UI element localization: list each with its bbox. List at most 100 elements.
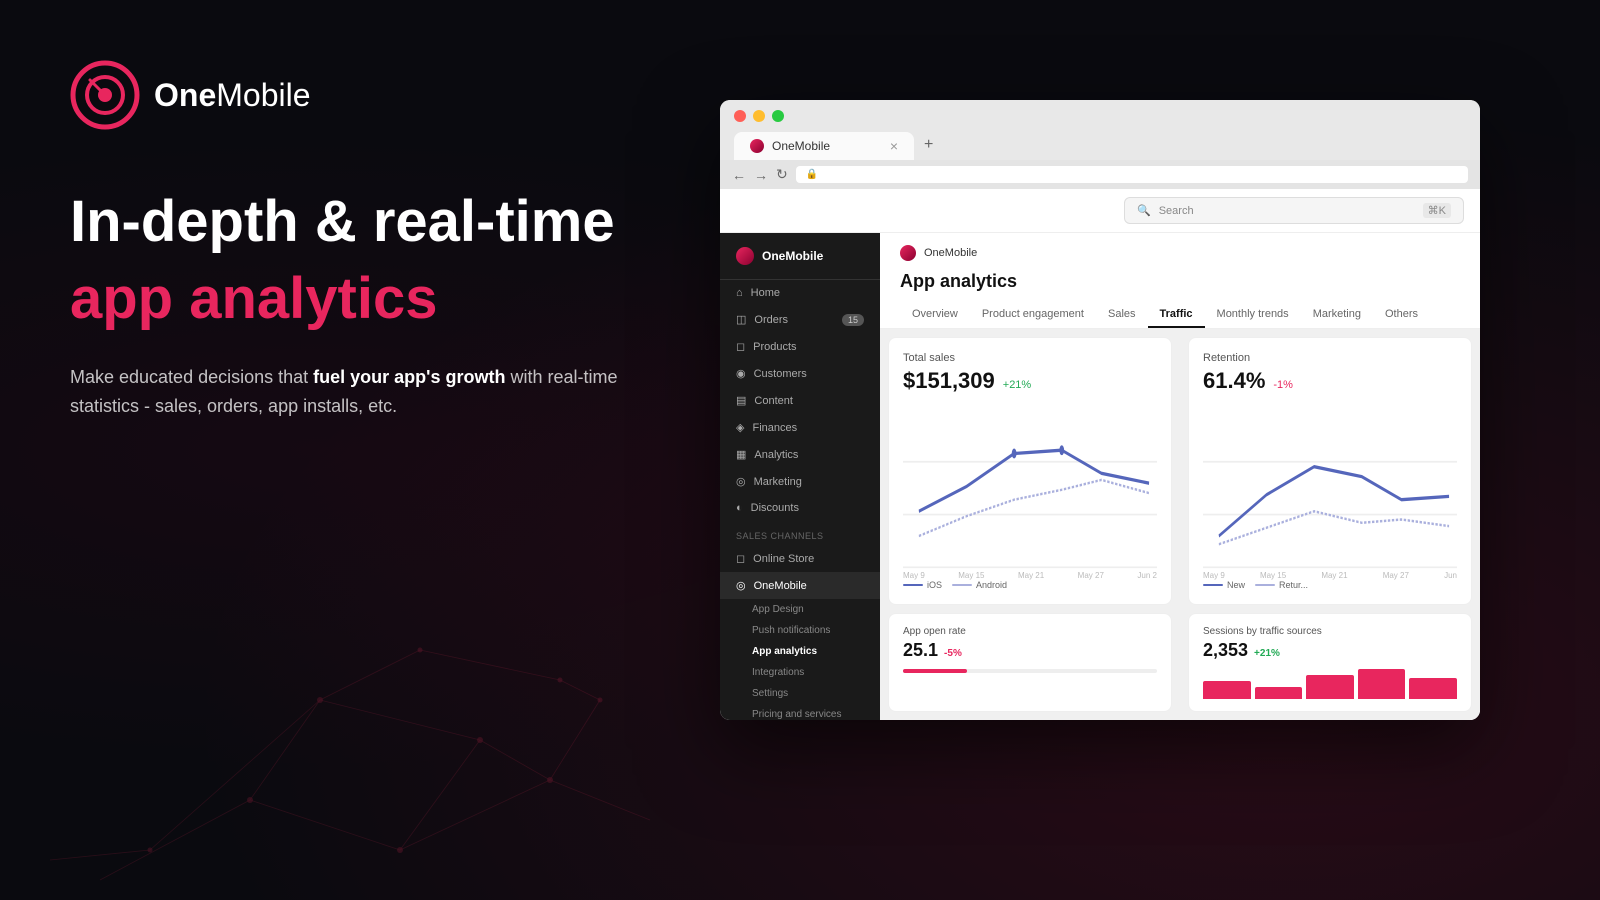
- sidebar-logo: OneMobile: [720, 233, 880, 280]
- bottom-cards: App open rate 25.1 -5% Sessions by traff…: [880, 613, 1480, 720]
- tab-traffic[interactable]: Traffic: [1148, 302, 1205, 328]
- android-legend-label: Android: [976, 580, 1007, 590]
- headline: In-depth & real-time: [70, 190, 650, 254]
- return-legend-line: [1255, 584, 1275, 586]
- sidebar-item-marketing[interactable]: ◎ Marketing: [720, 468, 880, 495]
- ios-legend-label: iOS: [927, 580, 942, 590]
- tab-others[interactable]: Others: [1373, 302, 1430, 328]
- app-title-row: OneMobile: [900, 245, 1460, 261]
- retention-change: -1%: [1273, 379, 1293, 391]
- new-tab-button[interactable]: +: [914, 130, 943, 160]
- tab-overview[interactable]: Overview: [900, 302, 970, 328]
- sidebar-label-online-store: Online Store: [753, 553, 814, 565]
- legend-android: Android: [952, 580, 1007, 590]
- address-bar[interactable]: 🔒: [796, 166, 1468, 183]
- online-store-icon: ◻: [736, 552, 745, 565]
- orders-icon: ◫: [736, 313, 746, 326]
- back-button[interactable]: ←: [732, 167, 746, 183]
- tab-marketing[interactable]: Marketing: [1301, 302, 1373, 328]
- marketing-icon: ◎: [736, 475, 746, 488]
- sidebar-label-discounts: Discounts: [751, 502, 799, 514]
- ret-x-label-4: Jun: [1444, 571, 1457, 580]
- chart-card-total-sales: Total sales $151,309 +21%: [888, 337, 1172, 605]
- traffic-light-yellow[interactable]: [753, 110, 765, 122]
- sessions-title: Sessions by traffic sources: [1203, 626, 1457, 637]
- subtitle-bold: fuel your app's growth: [313, 367, 505, 387]
- sidebar-item-online-store[interactable]: ◻ Online Store: [720, 545, 880, 572]
- app-brand-icon: [900, 245, 916, 261]
- logo-area: OneMobile: [70, 60, 650, 130]
- ios-legend-line: [903, 584, 923, 586]
- sidebar-sub-push-notifications[interactable]: Push notifications: [720, 620, 880, 641]
- browser-tab[interactable]: OneMobile ×: [734, 132, 914, 160]
- x-label-0: May 9: [903, 571, 925, 580]
- sidebar-logo-text: OneMobile: [762, 249, 823, 263]
- orders-badge: 15: [842, 314, 864, 326]
- sidebar-label-marketing: Marketing: [754, 476, 802, 488]
- ret-x-label-3: May 27: [1383, 571, 1409, 580]
- sidebar-label-finances: Finances: [752, 422, 797, 434]
- x-label-4: Jun 2: [1137, 571, 1157, 580]
- search-shortcut: ⌘K: [1423, 203, 1451, 218]
- sidebar-sub-integrations[interactable]: Integrations: [720, 662, 880, 683]
- sessions-bar-1: [1203, 681, 1251, 699]
- sidebar-item-customers[interactable]: ◉ Customers: [720, 360, 880, 387]
- search-box[interactable]: 🔍 Search ⌘K: [1124, 197, 1464, 224]
- mini-card-sessions: Sessions by traffic sources 2,353 +21%: [1188, 613, 1472, 712]
- mini-card-app-open-rate: App open rate 25.1 -5%: [888, 613, 1172, 712]
- onemobile-icon: ◎: [736, 579, 746, 592]
- app-brand-name: OneMobile: [924, 247, 977, 259]
- retention-x-labels: May 9 May 15 May 21 May 27 Jun: [1203, 569, 1457, 580]
- sidebar-item-onemobile[interactable]: ◎ OneMobile: [720, 572, 880, 599]
- lock-icon: 🔒: [806, 169, 818, 180]
- headline-pink: app analytics: [70, 264, 650, 334]
- subtitle: Make educated decisions that fuel your a…: [70, 363, 630, 421]
- tab-monthly-trends[interactable]: Monthly trends: [1205, 302, 1301, 328]
- browser-search: 🔍 Search ⌘K: [720, 189, 1480, 233]
- app-open-rate-change: -5%: [944, 648, 962, 659]
- traffic-light-red[interactable]: [734, 110, 746, 122]
- app-content: OneMobile ⌂ Home ◫ Orders 15 ◻ Products …: [720, 233, 1480, 720]
- analytics-icon: ▦: [736, 448, 746, 461]
- tab-sales[interactable]: Sales: [1096, 302, 1148, 328]
- sidebar-sub-app-analytics[interactable]: App analytics: [720, 641, 880, 662]
- forward-button[interactable]: →: [754, 167, 768, 183]
- x-label-1: May 15: [958, 571, 984, 580]
- sidebar-label-products: Products: [753, 341, 796, 353]
- sales-channels-label: Sales channels: [720, 521, 880, 545]
- tabs-row: Overview Product engagement Sales Traffi…: [900, 302, 1460, 328]
- sidebar: OneMobile ⌂ Home ◫ Orders 15 ◻ Products …: [720, 233, 880, 720]
- sidebar-item-home[interactable]: ⌂ Home: [720, 280, 880, 306]
- ret-x-label-1: May 15: [1260, 571, 1286, 580]
- tab-product-engagement[interactable]: Product engagement: [970, 302, 1096, 328]
- tab-favicon: [750, 139, 764, 153]
- retention-value: 61.4% -1%: [1203, 368, 1457, 394]
- ret-x-label-0: May 9: [1203, 571, 1225, 580]
- refresh-button[interactable]: ↻: [776, 166, 788, 183]
- sidebar-item-orders[interactable]: ◫ Orders 15: [720, 306, 880, 333]
- sidebar-sub-app-design[interactable]: App Design: [720, 599, 880, 620]
- legend-new: New: [1203, 580, 1245, 590]
- app-open-rate-bar-fill: [903, 669, 967, 673]
- sidebar-item-finances[interactable]: ◈ Finances: [720, 414, 880, 441]
- total-sales-value: $151,309 +21%: [903, 368, 1157, 394]
- sidebar-item-analytics[interactable]: ▦ Analytics: [720, 441, 880, 468]
- sidebar-sub-settings[interactable]: Settings: [720, 683, 880, 704]
- sessions-bar-3: [1306, 675, 1354, 699]
- left-panel: OneMobile In-depth & real-time app analy…: [0, 0, 720, 900]
- legend-ios: iOS: [903, 580, 942, 590]
- search-placeholder: Search: [1159, 205, 1194, 217]
- total-sales-chart: [903, 404, 1157, 569]
- home-icon: ⌂: [736, 287, 743, 299]
- traffic-lights: [734, 110, 1466, 122]
- return-legend-label: Retur...: [1279, 580, 1308, 590]
- sidebar-sub-pricing[interactable]: Pricing and services: [720, 704, 880, 720]
- tab-close-button[interactable]: ×: [890, 138, 898, 154]
- sessions-bar-chart: [1203, 669, 1457, 699]
- finances-icon: ◈: [736, 421, 744, 434]
- app-open-rate-title: App open rate: [903, 626, 1157, 637]
- sidebar-item-discounts[interactable]: ◐ Discounts: [720, 495, 880, 521]
- traffic-light-green[interactable]: [772, 110, 784, 122]
- sidebar-item-products[interactable]: ◻ Products: [720, 333, 880, 360]
- sidebar-item-content[interactable]: ▤ Content: [720, 387, 880, 414]
